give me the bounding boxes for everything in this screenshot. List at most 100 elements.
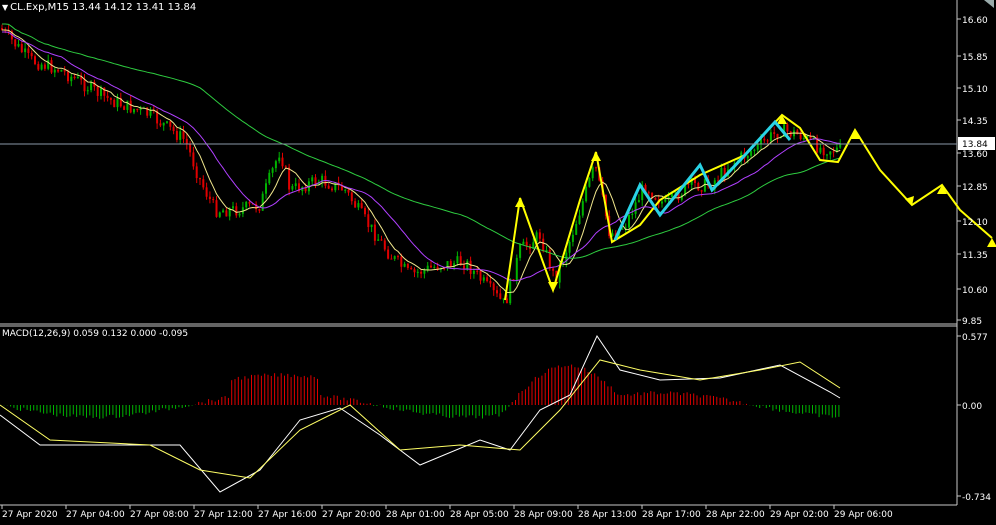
candle-body xyxy=(479,271,482,281)
candle-body xyxy=(469,260,472,274)
candle-body xyxy=(367,214,370,228)
candle-body xyxy=(654,197,657,200)
candle-body xyxy=(637,200,640,203)
candle-body xyxy=(492,283,495,291)
candle-body xyxy=(373,224,376,241)
candle-body xyxy=(53,69,56,73)
candle-body xyxy=(802,138,805,140)
time-label: 27 Apr 2020 xyxy=(2,510,58,520)
candle-body xyxy=(331,188,333,191)
candle-body xyxy=(106,95,109,98)
candle-body xyxy=(515,257,518,281)
candle-body xyxy=(829,151,832,155)
candle-body xyxy=(400,256,403,267)
candle-body xyxy=(50,60,53,73)
candle-body xyxy=(96,86,99,96)
time-label: 28 Apr 09:00 xyxy=(514,510,573,520)
candle-body xyxy=(73,76,76,79)
chart-canvas[interactable]: 16.60 15.85 15.10 14.35 13.60 12.85 12.10 11.35… xyxy=(0,0,996,521)
candle-body xyxy=(799,134,802,140)
candle-body xyxy=(538,232,541,239)
candle-body xyxy=(327,185,330,189)
candle-body xyxy=(413,269,416,273)
candle-body xyxy=(664,199,667,202)
candle-body xyxy=(268,172,271,184)
candle-body xyxy=(766,140,769,142)
candle-body xyxy=(175,131,178,140)
candle-body xyxy=(182,131,185,139)
candle-body xyxy=(166,121,168,123)
candle-body xyxy=(383,240,386,250)
candle-body xyxy=(773,132,776,134)
candle-body xyxy=(278,157,281,162)
candle-body xyxy=(109,97,112,100)
time-label: 28 Apr 22:00 xyxy=(706,510,765,520)
candle-body xyxy=(57,69,60,72)
price-label: 10.60 xyxy=(962,286,988,296)
candle-body xyxy=(489,281,492,284)
candle-body xyxy=(822,147,825,156)
candle-body xyxy=(129,100,132,113)
candle-body xyxy=(397,256,399,258)
candle-body xyxy=(238,213,241,216)
candle-body xyxy=(393,256,396,259)
candle-body xyxy=(248,201,251,204)
price-label: 14.35 xyxy=(962,117,988,127)
candle-body xyxy=(192,152,195,167)
candle-body xyxy=(449,261,452,267)
candle-body xyxy=(235,206,238,216)
candle-body xyxy=(476,270,479,272)
candle-body xyxy=(387,249,390,259)
time-label: 28 Apr 13:00 xyxy=(578,510,637,520)
candle-body xyxy=(357,203,360,208)
candle-body xyxy=(786,124,789,132)
candle-body xyxy=(496,290,498,294)
candle-body xyxy=(63,70,66,72)
candle-body xyxy=(410,267,413,270)
candle-body xyxy=(294,183,297,187)
candle-body xyxy=(697,182,700,191)
price-label: 12.85 xyxy=(962,183,988,193)
dropdown-arrow-icon[interactable]: ▼ xyxy=(2,3,8,12)
macd-label: MACD(12,26,9) 0.059 0.132 0.000 -0.095 xyxy=(2,329,189,339)
candle-body xyxy=(116,97,119,108)
candle-body xyxy=(482,277,485,281)
candle-body xyxy=(416,271,419,273)
candle-body xyxy=(225,210,228,217)
candle-body xyxy=(403,263,406,267)
candle-body xyxy=(360,203,363,209)
symbol-line: CL.Exp,M15 13.44 14.12 13.41 13.84 xyxy=(10,2,197,13)
candle-body xyxy=(819,147,822,153)
candle-body xyxy=(162,122,165,126)
candle-body xyxy=(311,177,314,182)
candle-body xyxy=(86,90,89,92)
time-label: 28 Apr 17:00 xyxy=(642,510,701,520)
candle-body xyxy=(76,77,79,79)
candle-body xyxy=(776,133,779,138)
candle-body xyxy=(575,224,578,235)
price-label: 13.60 xyxy=(962,150,988,160)
time-label: 27 Apr 20:00 xyxy=(322,510,381,520)
candle-body xyxy=(14,39,17,47)
macd-axis-label: 0.00 xyxy=(962,402,982,412)
candle-body xyxy=(123,106,126,110)
candle-body xyxy=(377,239,380,241)
candle-body xyxy=(20,44,23,53)
candle-body xyxy=(472,270,475,274)
candle-body xyxy=(509,279,512,304)
candle-body xyxy=(17,44,20,47)
candle-body xyxy=(27,48,30,53)
candle-body xyxy=(37,64,40,70)
candle-body xyxy=(354,201,357,208)
candle-body xyxy=(90,81,93,91)
candle-body xyxy=(195,166,198,179)
symbol-info[interactable]: ▼ CL.Exp,M15 13.44 14.12 13.41 13.84 xyxy=(2,2,196,13)
candle-body xyxy=(215,200,218,217)
current-price-label: 13.84 xyxy=(962,140,988,150)
candle-body xyxy=(631,213,634,215)
candle-body xyxy=(406,263,409,268)
candle-body xyxy=(24,48,27,53)
candle-body xyxy=(347,189,350,193)
candle-body xyxy=(591,167,594,179)
chart-window[interactable]: 16.60 15.85 15.10 14.35 13.60 12.85 12.10 11.35… xyxy=(0,0,996,521)
